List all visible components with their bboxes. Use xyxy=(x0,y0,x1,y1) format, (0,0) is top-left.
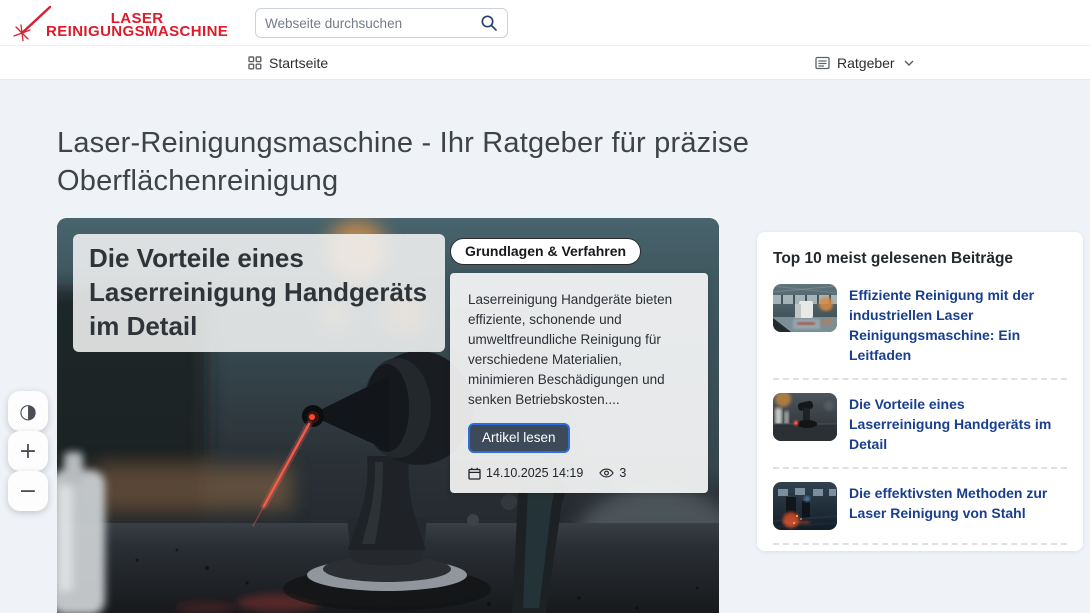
hero-meta: 14.10.2025 14:19 3 xyxy=(468,466,626,480)
hero-excerpt: Laserreinigung Handgeräte bieten effizie… xyxy=(468,290,690,410)
nav-item-ratgeber[interactable]: Ratgeber xyxy=(815,46,914,79)
font-increase-button[interactable]: + xyxy=(8,431,48,471)
thumb-handheld-laser-device xyxy=(773,393,837,441)
search-input[interactable] xyxy=(265,16,480,31)
views-text: 3 xyxy=(619,466,626,480)
divider xyxy=(773,467,1067,469)
top-post-link-3[interactable]: Die effektivsten Methoden zur Laser Rein… xyxy=(849,482,1067,523)
nav-label-ratgeber: Ratgeber xyxy=(837,55,895,71)
divider xyxy=(773,543,1067,545)
publish-date: 14.10.2025 14:19 xyxy=(468,466,583,480)
page-title: Laser-Reinigungsmaschine - Ihr Ratgeber … xyxy=(57,124,837,200)
nav-label-startseite: Startseite xyxy=(269,55,328,71)
site-logo[interactable]: LASER REINIGUNGSMASCHINE xyxy=(10,3,228,41)
accessibility-toolbar: ◑ + − xyxy=(8,391,48,511)
widget-title: Top 10 meist gelesenen Beiträge xyxy=(773,250,1067,268)
logo-line2: REINIGUNGSMASCHINE xyxy=(46,25,228,38)
header: LASER REINIGUNGSMASCHINE xyxy=(0,0,1090,46)
top-post-link-1[interactable]: Effiziente Reinigung mit der industriell… xyxy=(849,284,1067,365)
date-text: 14.10.2025 14:19 xyxy=(486,466,583,480)
calendar-icon xyxy=(468,467,481,480)
chevron-down-icon xyxy=(904,60,914,66)
top-post-item-2[interactable]: Die Vorteile eines Laserreinigung Handge… xyxy=(773,393,1067,454)
main-nav: Startseite Ratgeber xyxy=(0,46,1090,80)
view-count: 3 xyxy=(599,466,626,480)
top-posts-widget: Top 10 meist gelesenen Beiträge xyxy=(757,232,1083,551)
hero-excerpt-card: Laserreinigung Handgeräte bieten effizie… xyxy=(450,273,708,493)
top-post-item-3[interactable]: Die effektivsten Methoden zur Laser Rein… xyxy=(773,482,1067,530)
logo-text: LASER REINIGUNGSMASCHINE xyxy=(46,6,228,38)
divider xyxy=(773,378,1067,380)
grid-icon xyxy=(248,56,262,70)
read-article-button[interactable]: Artikel lesen xyxy=(468,423,570,453)
top-post-link-2[interactable]: Die Vorteile eines Laserreinigung Handge… xyxy=(849,393,1067,454)
hero-article-title: Die Vorteile eines Laserreinigung Handge… xyxy=(89,241,429,343)
thumb-steel-laser-cleaning-sparks xyxy=(773,482,837,530)
category-badge[interactable]: Grundlagen & Verfahren xyxy=(450,238,641,265)
hero-title-overlay: Die Vorteile eines Laserreinigung Handge… xyxy=(73,234,445,352)
hero-article-card[interactable]: Die Vorteile eines Laserreinigung Handge… xyxy=(57,218,719,613)
eye-icon xyxy=(599,468,614,478)
thumb-industrial-hall-laser-machine xyxy=(773,284,837,332)
article-icon xyxy=(815,56,830,70)
font-decrease-button[interactable]: − xyxy=(8,471,48,511)
site-search xyxy=(255,8,508,38)
contrast-toggle-button[interactable]: ◑ xyxy=(8,391,48,431)
search-icon[interactable] xyxy=(480,14,498,32)
nav-item-startseite[interactable]: Startseite xyxy=(248,46,328,79)
top-post-item-1[interactable]: Effiziente Reinigung mit der industriell… xyxy=(773,284,1067,365)
